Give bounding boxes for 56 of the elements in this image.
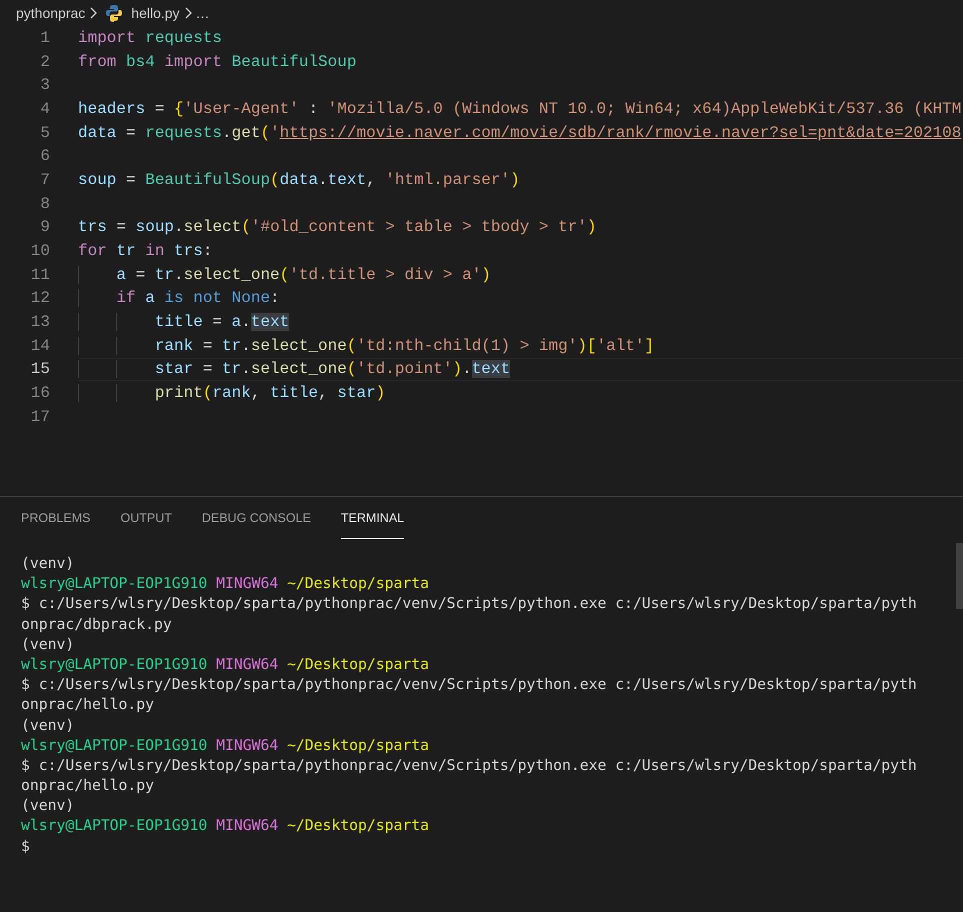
code-line: star = tr.select_one('td.point').text	[154, 360, 510, 378]
terminal-line: onprac/hello.py	[21, 695, 156, 716]
line-number: 2	[39, 52, 51, 71]
line-number: 6	[39, 147, 51, 166]
terminal-line: $	[21, 836, 31, 857]
terminal-line: wlsry@LAPTOP-EOP1G910 MINGW64 ~/Desktop/sparta	[21, 736, 430, 756]
terminal-line: (venv)	[21, 554, 76, 574]
terminal-line: $ c:/Users/wlsry/Desktop/sparta/pythonprac/venv/Scripts/python.exe c:/Users/wlsry/Desktop/sparta/pyth	[21, 594, 918, 614]
code-line: headers = {'User-Agent' : 'Mozilla/5.0 (Windows NT 10.0; Win64; x64)AppleWebKit/537.36 (KHTM	[78, 100, 962, 118]
terminal-line: $ c:/Users/wlsry/Desktop/sparta/pythonprac/venv/Scripts/python.exe c:/Users/wlsry/Desktop/sparta/pyth	[21, 756, 918, 776]
terminal-line: (venv)	[21, 796, 76, 816]
breadcrumb-file[interactable]: hello.py	[131, 5, 180, 21]
code-line: soup = BeautifulSoup(data.text, 'html.parser')	[78, 170, 520, 189]
python-file-icon	[105, 4, 124, 22]
line-number: 17	[30, 408, 51, 426]
terminal-line: $ c:/Users/wlsry/Desktop/sparta/pythonprac/venv/Scripts/python.exe c:/Users/wlsry/Desktop/sparta/pyth	[21, 675, 918, 696]
line-number: 7	[39, 170, 51, 189]
line-number: 14	[30, 336, 51, 355]
code-line: import requests	[78, 28, 222, 47]
line-number: 15	[30, 360, 51, 378]
code-line: print(rank, title, star)	[154, 384, 386, 402]
line-number: 12	[30, 289, 51, 308]
terminal-line: wlsry@LAPTOP-EOP1G910 MINGW64 ~/Desktop/sparta	[21, 816, 430, 836]
line-number: 16	[30, 384, 51, 402]
line-number: 8	[39, 194, 51, 213]
terminal-line: wlsry@LAPTOP-EOP1G910 MINGW64 ~/Desktop/sparta	[21, 654, 430, 675]
code-line: from bs4 import BeautifulSoup	[78, 52, 356, 71]
terminal-line: (venv)	[21, 716, 76, 736]
terminal-line: (venv)	[21, 634, 76, 655]
code-line: title = a.text	[154, 313, 290, 332]
panel-tab[interactable]: DEBUG CONSOLE	[202, 497, 311, 539]
line-number: 1	[39, 28, 51, 47]
panel-tab[interactable]: TERMINAL	[340, 497, 404, 539]
code-line: rank = tr.select_one('td:nth-child(1) > img')['alt']	[154, 336, 654, 355]
line-number: 13	[30, 313, 51, 332]
panel-tab[interactable]: PROBLEMS	[21, 497, 90, 539]
breadcrumb-more[interactable]: …	[196, 5, 210, 21]
line-number: 3	[39, 76, 51, 94]
terminal-line: onprac/hello.py	[21, 776, 156, 796]
line-number: 11	[30, 266, 51, 284]
line-number: 4	[39, 100, 51, 118]
chevron-icon	[89, 7, 98, 19]
code-line: for tr in trs:	[78, 242, 212, 260]
code-line: a = tr.select_one('td.title > div > a')	[115, 266, 491, 284]
code-line: trs = soup.select('#old_content > table > tbody > tr')	[78, 218, 597, 236]
scrollbar-thumb[interactable]	[956, 543, 963, 609]
terminal-line: onprac/dbprack.py	[21, 614, 173, 635]
code-line: if a is not None:	[115, 289, 280, 308]
terminal-line: wlsry@LAPTOP-EOP1G910 MINGW64 ~/Desktop/sparta	[21, 574, 430, 594]
code-line: data = requests.get('https://movie.naver.com/movie/sdb/rank/rmovie.naver?sel=pnt&date=202108	[78, 124, 962, 142]
line-number: 5	[39, 124, 51, 142]
chevron-icon	[184, 7, 192, 19]
panel-tab[interactable]: OUTPUT	[120, 497, 172, 539]
line-number: 9	[39, 218, 51, 236]
breadcrumb-folder[interactable]: pythonprac	[16, 5, 86, 21]
line-number: 10	[30, 242, 51, 260]
